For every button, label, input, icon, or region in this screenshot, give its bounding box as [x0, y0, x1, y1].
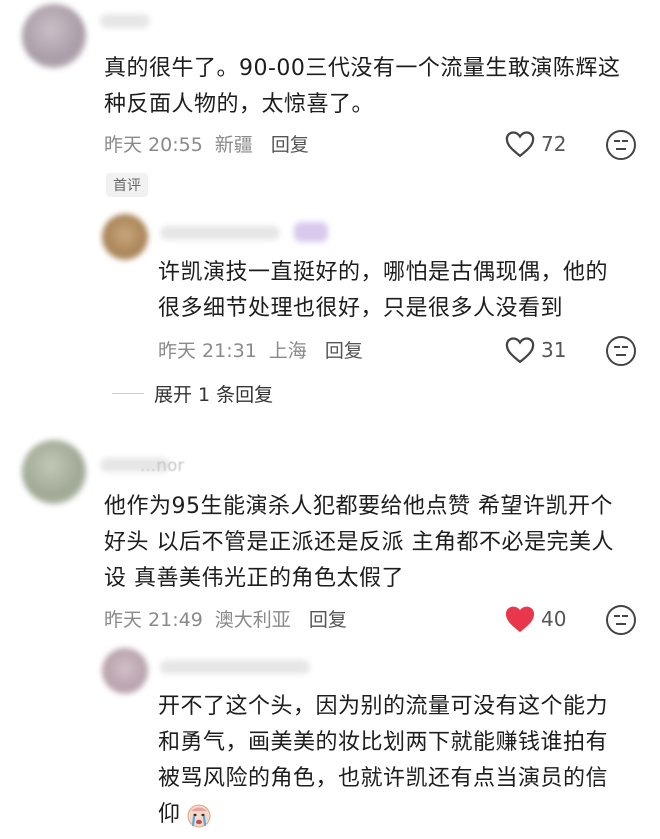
comment-text-tail: 仰 [158, 802, 181, 827]
comment-text-line: 种反面人物的，太惊喜了。 [104, 92, 375, 117]
username-blurred[interactable] [160, 660, 310, 674]
comment-meta: 昨天 21:49 澳大利亚 回复 [104, 605, 347, 632]
comment-text-line: 他作为95生能演杀人犯都要给他点赞 希望许凯开个 [104, 494, 613, 519]
avatar[interactable] [102, 214, 148, 260]
comment-text-line: 设 真善美伟光正的角色太假了 [104, 566, 404, 591]
expand-replies-button[interactable]: 展开 1 条回复 [112, 380, 273, 407]
avatar[interactable] [22, 440, 86, 504]
like-count: 40 [541, 607, 567, 631]
comment-location: 上海 [268, 340, 307, 362]
expand-replies-label: 展开 1 条回复 [154, 384, 274, 406]
comment-time: 昨天 21:31 [158, 340, 257, 362]
like-button[interactable]: 31 [505, 336, 566, 364]
emoji-reaction-icon[interactable] [606, 336, 636, 366]
avatar[interactable] [102, 648, 148, 694]
comment-text-line: 开不了这个头，因为别的流量可没有这个能力 [158, 694, 609, 719]
like-button[interactable]: 40 [505, 605, 566, 633]
username[interactable]: ...nor [140, 456, 184, 476]
reply-button[interactable]: 回复 [309, 605, 347, 632]
avatar[interactable] [22, 4, 86, 68]
heart-filled-icon [505, 606, 535, 633]
comment-text-line: 仰 [158, 798, 213, 832]
comment-text-line: 许凯演技一直挺好的，哪怕是古偶现偶，他的 [158, 260, 609, 285]
comment-text-line: 和勇气，画美美的妆比划两下就能赚钱谁拍有 [158, 730, 609, 755]
emoji-reaction-icon[interactable] [606, 130, 636, 160]
expand-divider [112, 392, 144, 395]
comment-meta: 昨天 21:31 上海 回复 [158, 336, 363, 363]
comment-location: 新疆 [214, 134, 253, 156]
username-blurred[interactable] [100, 14, 150, 28]
first-comment-badge: 首评 [106, 173, 148, 197]
reply-button[interactable]: 回复 [325, 336, 363, 363]
heart-icon [505, 131, 535, 158]
heart-icon [505, 337, 535, 364]
comment-text-line: 好头 以后不管是正派还是反派 主角都不必是完美人 [104, 530, 614, 555]
like-button[interactable]: 72 [505, 130, 566, 158]
comment-time: 昨天 20:55 [104, 134, 203, 156]
comment-location: 澳大利亚 [214, 609, 291, 631]
comment-text-line: 被骂风险的角色，也就许凯还有点当演员的信 [158, 766, 609, 791]
comment-meta: 昨天 20:55 新疆 回复 [104, 130, 309, 157]
comment-text-line: 很多细节处理也很好，只是很多人没看到 [158, 296, 564, 321]
like-count: 31 [541, 338, 567, 362]
comment-text-line: 真的很牛了。90-00三代没有一个流量生敢演陈辉这 [104, 56, 621, 81]
user-badge-blurred [294, 222, 328, 242]
comment-time: 昨天 21:49 [104, 609, 203, 631]
crying-face-emoji-icon [187, 804, 211, 828]
reply-button[interactable]: 回复 [271, 130, 309, 157]
emoji-reaction-icon[interactable] [606, 605, 636, 635]
like-count: 72 [541, 132, 567, 156]
username-blurred[interactable] [160, 226, 280, 240]
